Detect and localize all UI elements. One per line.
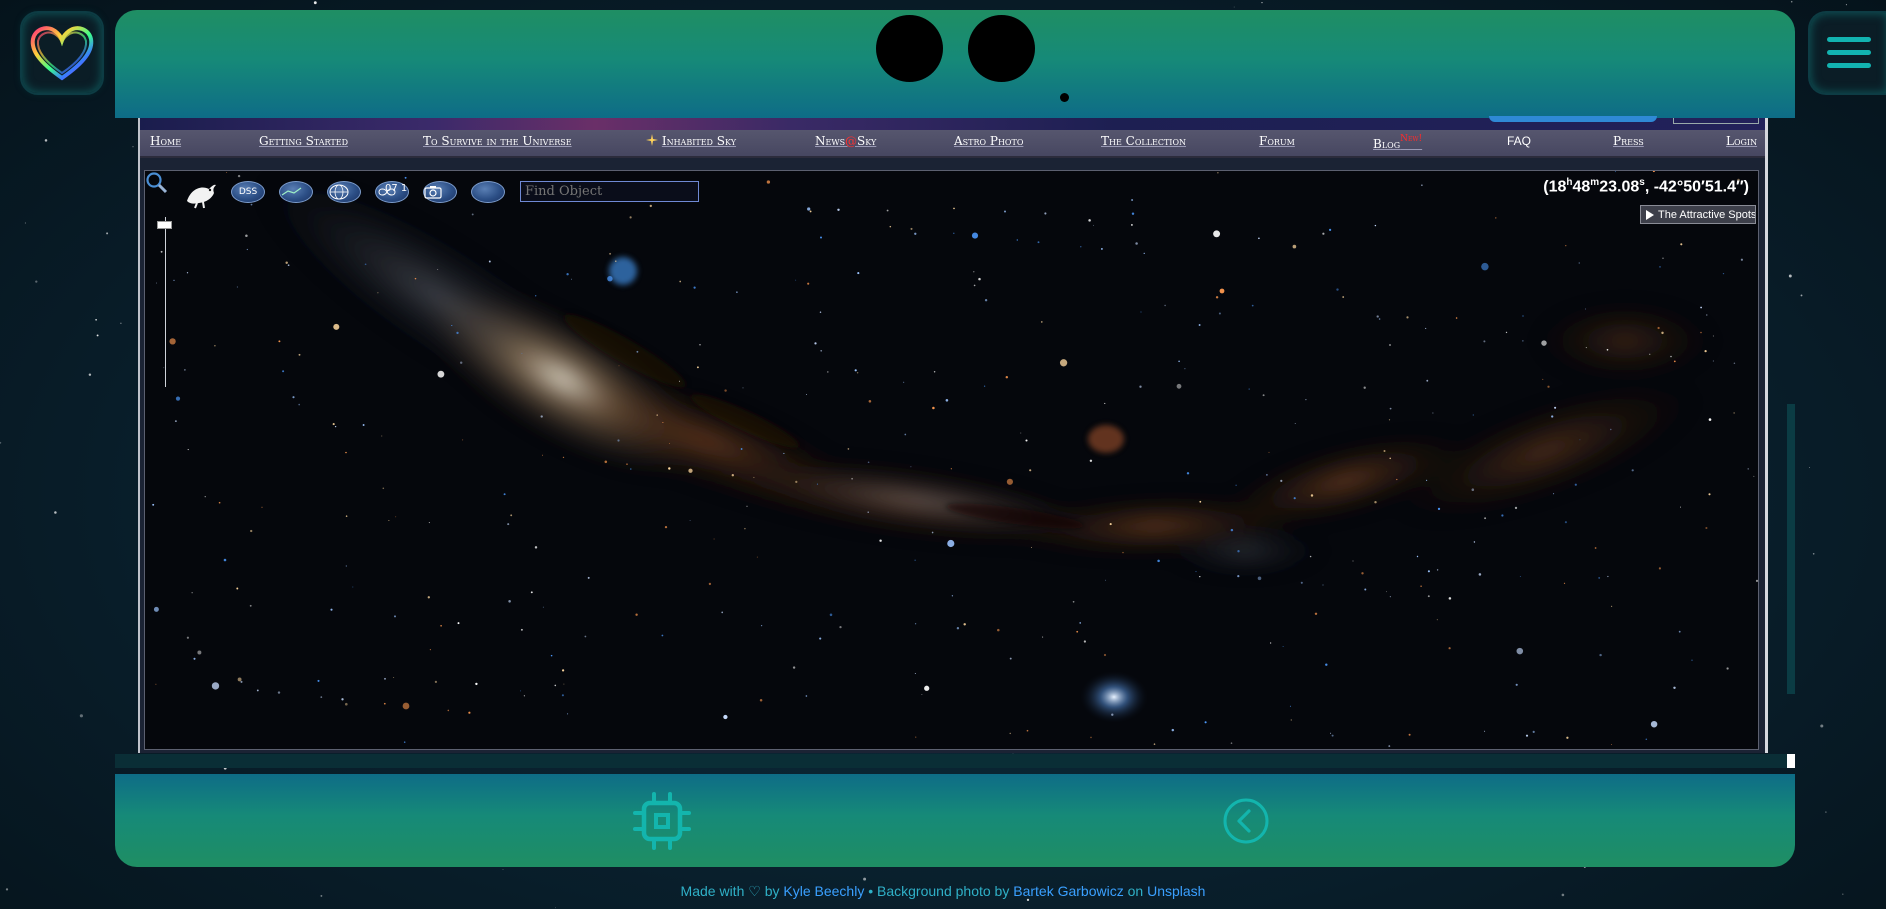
camera-icon <box>424 186 442 199</box>
time-readout: 07 1 <box>385 183 408 194</box>
nav-news-prefix: News <box>815 134 846 148</box>
nav-home[interactable]: Home <box>150 134 181 148</box>
nav-collection[interactable]: The Collection <box>1101 134 1186 148</box>
milky-way-image <box>145 171 1758 749</box>
slide-dot-1[interactable] <box>876 15 943 82</box>
new-badge: New! <box>1400 134 1423 144</box>
heart-button[interactable] <box>20 11 104 95</box>
author-link[interactable]: Kyle Beechly <box>783 883 864 899</box>
grid-button[interactable] <box>327 181 361 203</box>
chevron-left-circle-icon[interactable] <box>1222 797 1270 845</box>
nav-blog-label: Blog <box>1373 137 1401 151</box>
slide-dot-2[interactable] <box>968 15 1035 82</box>
logo-animal-icon[interactable] <box>183 179 217 209</box>
nav-news-sky[interactable]: News@Sky <box>815 134 876 148</box>
attractive-spots-label: The Attractive Spots <box>1658 209 1756 221</box>
nav-astro-photo[interactable]: Astro Photo <box>954 134 1023 148</box>
site-banner <box>140 116 1765 130</box>
nav-news-suffix: Sky <box>857 134 877 148</box>
large-magellanic-cloud <box>1080 671 1148 723</box>
sky-map[interactable]: DSS 07 1 (18h48m23.08 <box>144 170 1759 750</box>
footer-credits: Made with ♡ by Kyle Beechly • Background… <box>0 883 1886 900</box>
declination: -42°50′51.4″ <box>1653 178 1744 196</box>
nav-faq[interactable]: FAQ <box>1507 134 1531 148</box>
globe-grid-icon <box>329 184 349 200</box>
banner-button[interactable] <box>1489 116 1657 122</box>
attractive-spots-button[interactable]: The Attractive Spots <box>1640 205 1756 224</box>
zoom-slider-handle[interactable] <box>157 221 172 229</box>
footer-on: on <box>1127 883 1144 899</box>
vertical-scrollbar[interactable] <box>1787 404 1795 694</box>
chip-icon[interactable] <box>632 791 692 851</box>
hamburger-menu-icon <box>1827 37 1871 68</box>
bottom-panel <box>115 774 1795 867</box>
constellation-button[interactable] <box>279 181 313 203</box>
footer-bg-photo: Background photo by <box>877 883 1010 899</box>
ra-seconds: 23.08 <box>1599 178 1640 196</box>
top-panel <box>115 10 1795 118</box>
nav-inhabited-sky-group[interactable]: Inhabited Sky <box>646 134 736 148</box>
ra-hours: 18 <box>1548 178 1567 196</box>
magnifier-icon[interactable] <box>145 171 169 195</box>
nav-inhabited-sky[interactable]: Inhabited Sky <box>662 134 736 148</box>
coordinate-readout: (18h48m23.08s, -42°50′51.4″) <box>1543 177 1749 196</box>
scrollbar-thumb[interactable] <box>1787 754 1795 768</box>
nav-press[interactable]: Press <box>1613 134 1644 148</box>
sparkle-icon <box>646 134 658 146</box>
nav-news-at: @ <box>845 134 858 148</box>
ra-minutes: 48 <box>1572 178 1591 196</box>
nav-login[interactable]: Login <box>1726 134 1757 148</box>
footer-by: by <box>764 883 780 899</box>
unsplash-link[interactable]: Unsplash <box>1147 883 1205 899</box>
horizontal-scrollbar[interactable] <box>115 754 1795 768</box>
constellation-icon <box>281 187 302 196</box>
nav-blog[interactable]: BlogNew! <box>1373 134 1422 151</box>
embedded-sky-viewer: Home Getting Started To Survive in the U… <box>138 116 1768 753</box>
play-arrow-icon <box>1646 210 1654 220</box>
banner-input[interactable] <box>1673 118 1759 124</box>
nav-survive-universe[interactable]: To Survive in the Universe <box>423 134 572 148</box>
snapshot-button[interactable] <box>423 181 457 203</box>
ra-minutes-unit: m <box>1590 177 1600 188</box>
nav-forum[interactable]: Forum <box>1259 134 1295 148</box>
photographer-link[interactable]: Bartek Garbowicz <box>1013 883 1123 899</box>
dss-layer-button[interactable]: DSS <box>231 181 265 203</box>
footer-separator: • <box>868 883 874 899</box>
slide-indicator-dot[interactable] <box>1060 93 1069 102</box>
heart-icon <box>30 26 94 81</box>
menu-button[interactable] <box>1808 11 1886 95</box>
layer-toggle-button[interactable] <box>471 181 505 203</box>
zoom-slider[interactable] <box>165 217 166 387</box>
nav-getting-started[interactable]: Getting Started <box>259 134 348 148</box>
footer-made-with: Made with <box>680 883 745 899</box>
ra-seconds-unit: s <box>1639 177 1645 188</box>
find-object-input[interactable] <box>520 181 699 202</box>
site-navbar: Home Getting Started To Survive in the U… <box>140 130 1765 158</box>
footer-heart: ♡ <box>748 883 761 899</box>
